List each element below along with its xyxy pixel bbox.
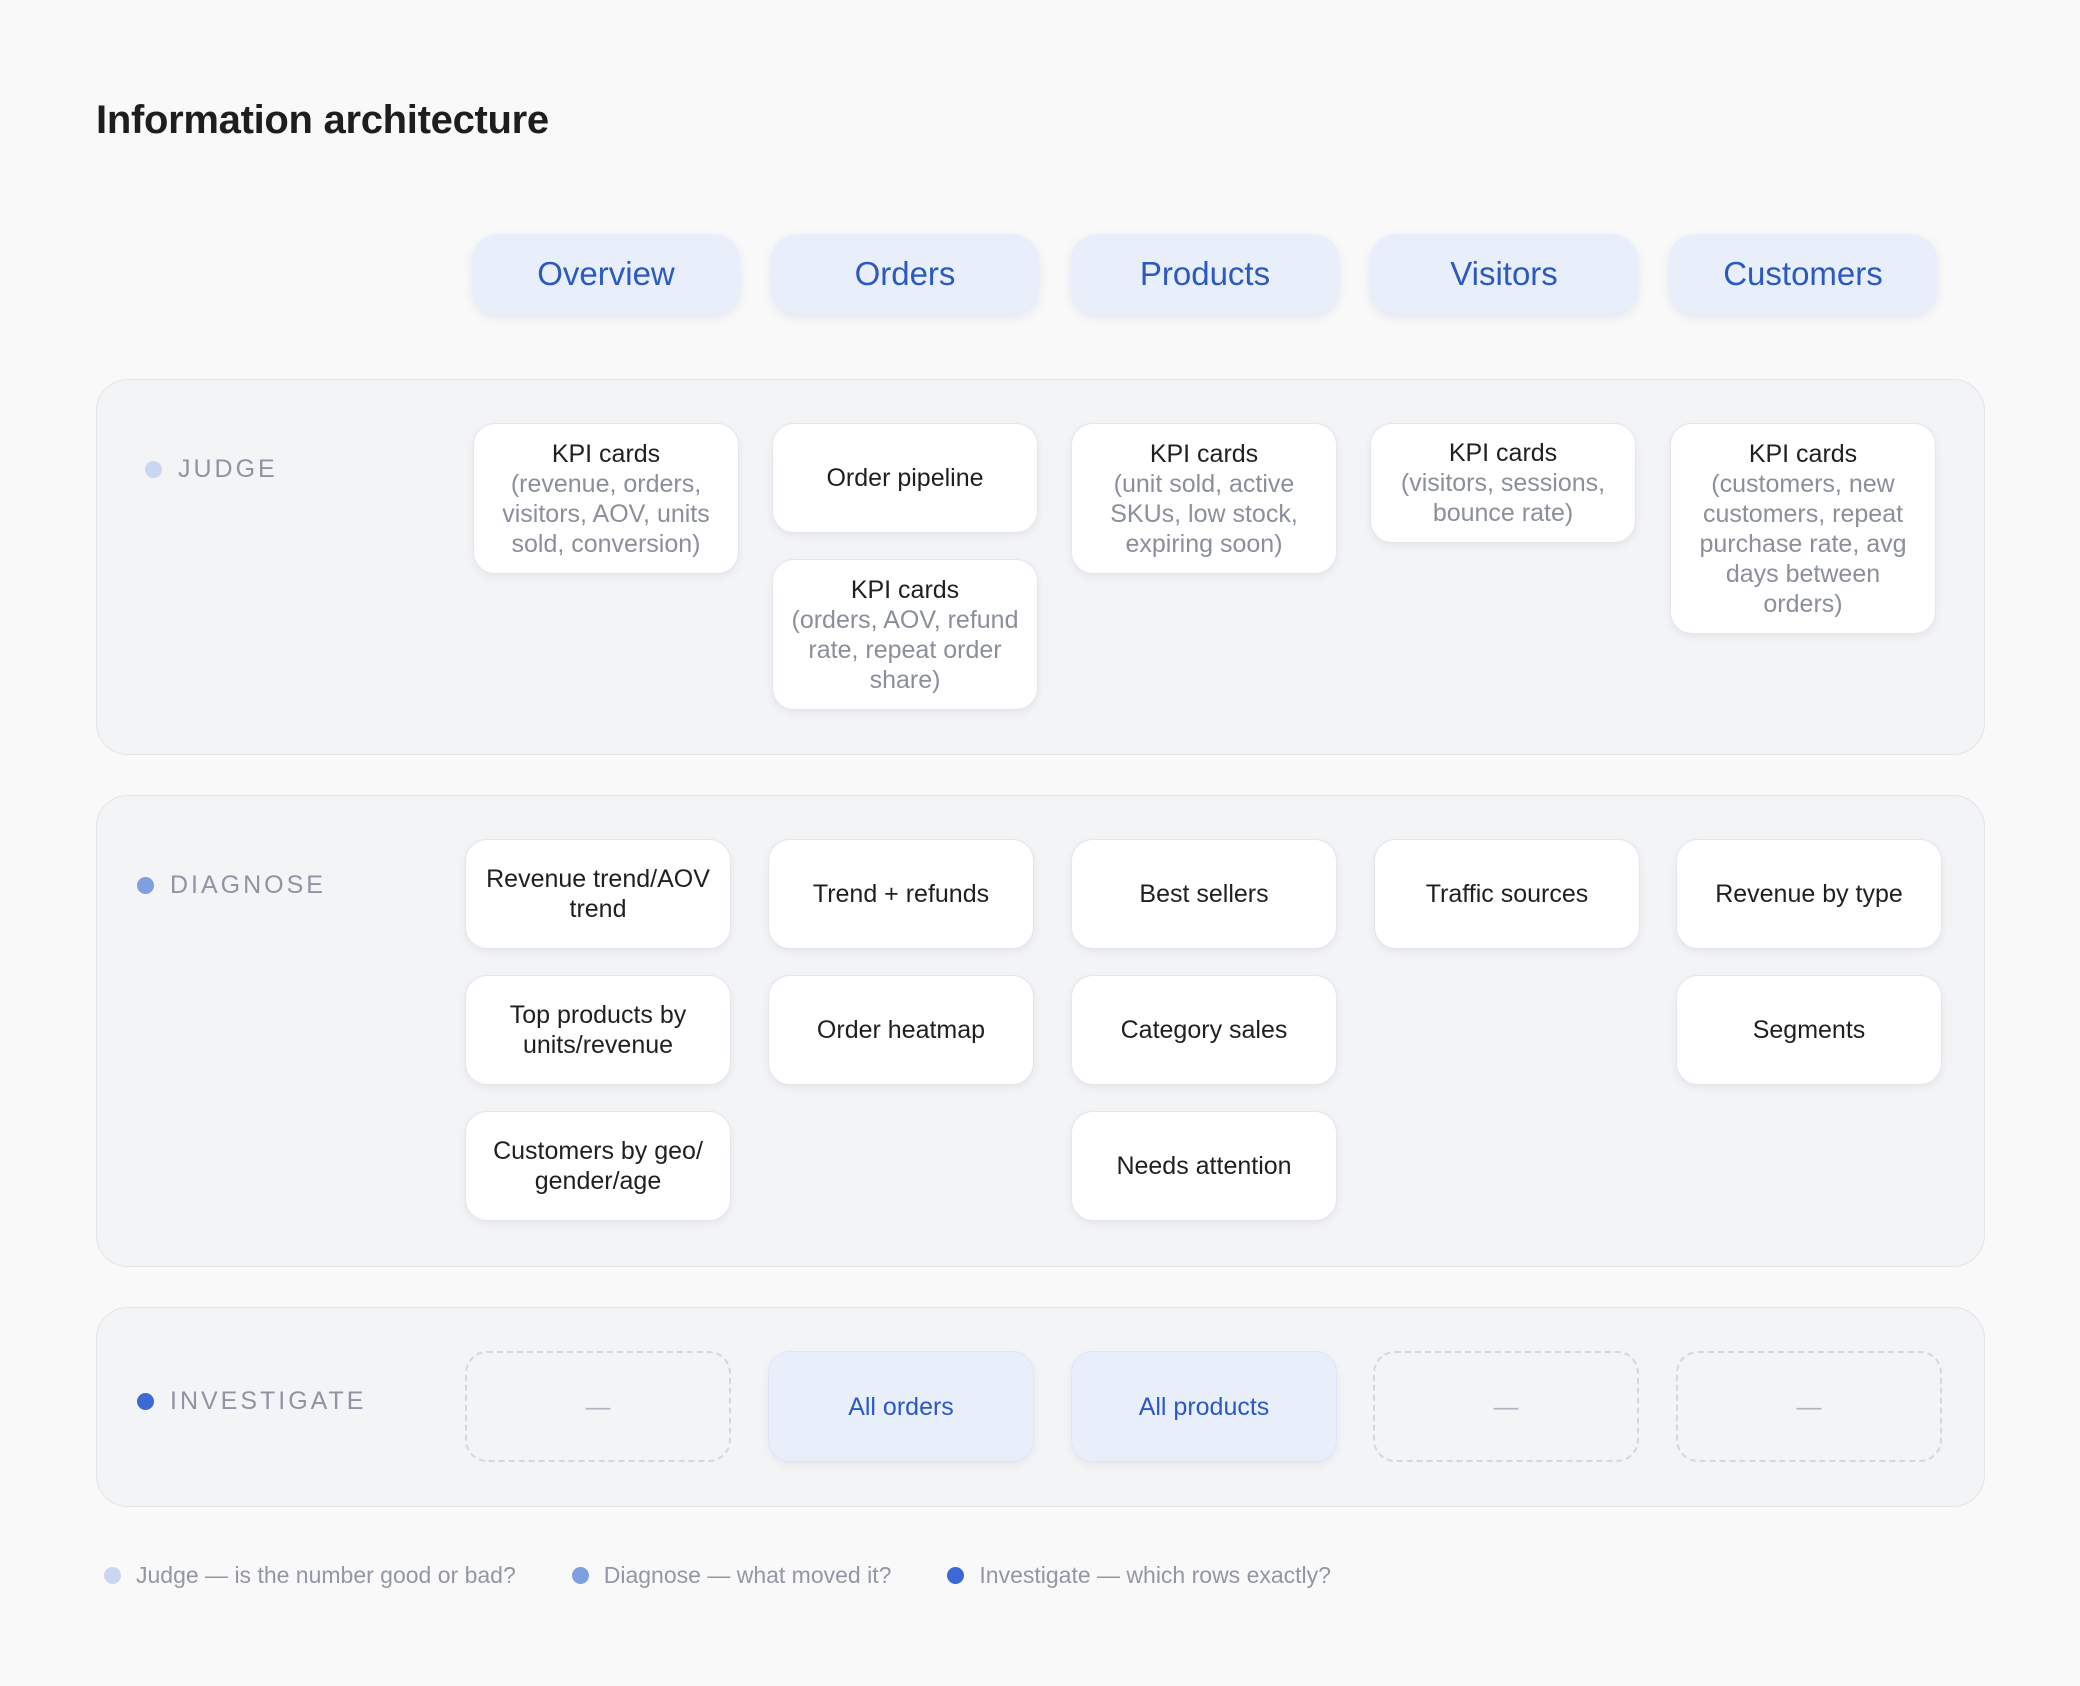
legend-text: Investigate — which rows exactly? (979, 1562, 1331, 1588)
card-title: Revenue by type (1715, 880, 1903, 908)
investigate-label-text: INVESTIGATE (170, 1387, 367, 1415)
diagnose-needs-attention-card[interactable]: Needs attention (1071, 1111, 1337, 1221)
card-title: Needs attention (1116, 1152, 1292, 1180)
card-title: Top products by units/revenue (509, 1001, 687, 1059)
card-title: Revenue trend/AOV trend (486, 865, 710, 923)
investigate-visitors-empty-slot: — (1373, 1351, 1639, 1462)
legend: Judge — is the number good or bad? Diagn… (104, 1562, 1387, 1589)
judge-orders-kpi-card[interactable]: KPI cards (orders, AOV, refund rate, rep… (772, 559, 1038, 710)
diagnose-traffic-sources-card[interactable]: Traffic sources (1374, 839, 1640, 949)
card-title: — (585, 1392, 611, 1421)
diagnose-label: DIAGNOSE (137, 871, 326, 900)
judge-overview-kpi-card[interactable]: KPI cards (revenue, orders, visitors, AO… (473, 423, 739, 574)
card-title: — (1796, 1392, 1822, 1421)
card-title: — (1493, 1392, 1519, 1421)
card-title: KPI cards (1149, 439, 1259, 468)
card-title: Traffic sources (1425, 880, 1589, 908)
tab-customers[interactable]: Customers (1669, 234, 1937, 314)
card-title: Segments (1752, 1016, 1866, 1044)
card-title: Customers by geo/ gender/age (493, 1137, 703, 1195)
investigate-customers-empty-slot: — (1676, 1351, 1942, 1462)
card-title: Trend + refunds (812, 880, 990, 908)
investigate-dot-icon (137, 1393, 154, 1410)
tab-products[interactable]: Products (1071, 234, 1339, 314)
diagnose-revenue-trend-card[interactable]: Revenue trend/AOV trend (465, 839, 731, 949)
diagnose-category-sales-card[interactable]: Category sales (1071, 975, 1337, 1085)
tab-orders[interactable]: Orders (771, 234, 1039, 314)
legend-item-judge: Judge — is the number good or bad? (104, 1562, 516, 1589)
card-detail: (customers, new customers, repeat purcha… (1699, 469, 1907, 618)
diagnose-label-text: DIAGNOSE (170, 871, 326, 899)
investigate-overview-empty-slot: — (465, 1351, 731, 1462)
diagnose-customers-geo-card[interactable]: Customers by geo/ gender/age (465, 1111, 731, 1221)
card-title: KPI cards (1448, 439, 1558, 467)
legend-text: Diagnose — what moved it? (603, 1562, 892, 1588)
tab-visitors[interactable]: Visitors (1370, 234, 1638, 314)
card-title: KPI cards (1748, 439, 1858, 468)
judge-dot-icon (104, 1567, 121, 1584)
judge-visitors-kpi-card[interactable]: KPI cards (visitors, sessions, bounce ra… (1370, 423, 1636, 543)
judge-label-text: JUDGE (178, 455, 278, 483)
judge-label: JUDGE (145, 455, 278, 484)
investigate-label: INVESTIGATE (137, 1387, 366, 1416)
tab-overview[interactable]: Overview (472, 234, 740, 314)
diagnose-dot-icon (137, 877, 154, 894)
diagnose-dot-icon (571, 1567, 589, 1584)
all-orders-link[interactable]: All orders (768, 1351, 1034, 1462)
card-title: KPI cards (850, 575, 960, 604)
card-title: All products (1138, 1392, 1270, 1421)
page-title: Information architecture (96, 98, 549, 142)
diagnose-top-products-card[interactable]: Top products by units/revenue (465, 975, 731, 1085)
card-title: Order pipeline (826, 464, 984, 492)
card-title: KPI cards (551, 439, 661, 468)
diagnose-revenue-by-type-card[interactable]: Revenue by type (1676, 839, 1942, 949)
card-detail: (unit sold, active SKUs, low stock, expi… (1110, 469, 1298, 558)
card-title: Best sellers (1139, 880, 1269, 908)
card-detail: (visitors, sessions, bounce rate) (1400, 469, 1606, 527)
diagnose-trend-refunds-card[interactable]: Trend + refunds (768, 839, 1034, 949)
investigate-dot-icon (947, 1567, 965, 1584)
card-detail: (revenue, orders, visitors, AOV, units s… (502, 469, 710, 558)
diagnose-order-heatmap-card[interactable]: Order heatmap (768, 975, 1034, 1085)
card-title: Order heatmap (816, 1016, 986, 1044)
all-products-link[interactable]: All products (1071, 1351, 1337, 1462)
card-title: Category sales (1120, 1016, 1288, 1044)
judge-customers-kpi-card[interactable]: KPI cards (customers, new customers, rep… (1670, 423, 1936, 634)
judge-order-pipeline-card[interactable]: Order pipeline (772, 423, 1038, 533)
card-title: All orders (848, 1392, 954, 1421)
judge-products-kpi-card[interactable]: KPI cards (unit sold, active SKUs, low s… (1071, 423, 1337, 574)
legend-item-diagnose: Diagnose — what moved it? (571, 1562, 892, 1589)
card-detail: (orders, AOV, refund rate, repeat order … (791, 605, 1019, 694)
legend-text: Judge — is the number good or bad? (136, 1562, 516, 1588)
judge-dot-icon (145, 461, 162, 478)
legend-item-investigate: Investigate — which rows exactly? (947, 1562, 1331, 1589)
diagnose-segments-card[interactable]: Segments (1676, 975, 1942, 1085)
page: Information architecture Overview Orders… (0, 0, 2080, 1686)
diagnose-best-sellers-card[interactable]: Best sellers (1071, 839, 1337, 949)
